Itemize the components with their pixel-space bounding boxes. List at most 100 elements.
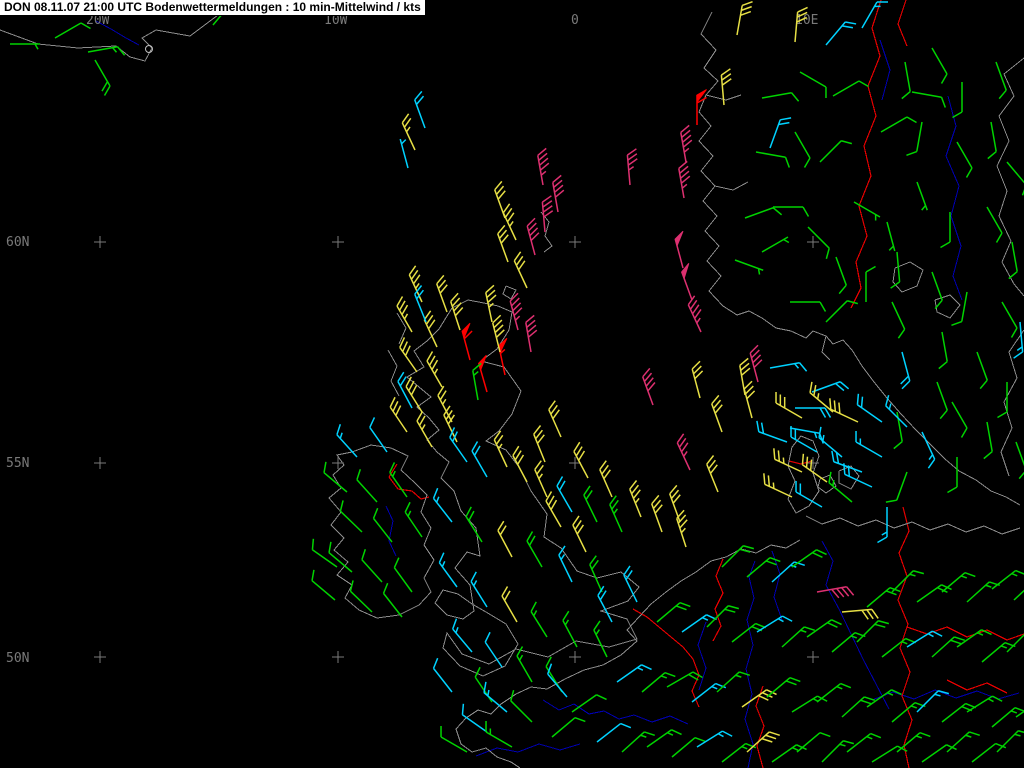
wind-barb — [526, 217, 540, 256]
grid-label: 0 — [571, 13, 579, 28]
wind-barb — [791, 549, 827, 568]
wind-barb — [921, 431, 936, 469]
coastline — [714, 181, 749, 191]
wind-barb — [87, 46, 126, 56]
wind-barb — [795, 407, 832, 418]
wind-barb — [956, 141, 973, 178]
wind-barb — [790, 301, 827, 312]
wind-barb — [416, 411, 433, 448]
wind-barb — [512, 445, 528, 483]
river-line — [542, 699, 689, 725]
wind-barb — [646, 729, 682, 748]
grid-cross — [332, 651, 344, 663]
wind-barb — [516, 646, 533, 683]
wind-barb — [906, 121, 923, 157]
wind-barb — [651, 494, 663, 533]
wind-barb — [966, 695, 1003, 713]
wind-barb — [951, 291, 968, 327]
wind-barb — [405, 376, 423, 413]
wind-barb — [537, 147, 550, 186]
wind-barb — [946, 731, 980, 753]
wind-barb — [841, 608, 879, 620]
wind-barb — [548, 400, 562, 438]
coastline — [934, 294, 961, 319]
wind-barb — [414, 285, 427, 323]
wind-barb — [736, 0, 753, 36]
wind-barb — [856, 620, 890, 643]
wind-barb — [471, 441, 488, 478]
wind-barb — [597, 585, 613, 623]
grid-cross — [807, 236, 819, 248]
wind-barb — [940, 212, 951, 249]
wind-barb — [336, 424, 358, 458]
wind-barb — [562, 610, 578, 648]
wind-barb — [502, 203, 517, 241]
wind-barb — [971, 742, 1007, 763]
wind-barb — [497, 224, 509, 263]
wind-barb — [349, 580, 373, 613]
wind-barb — [393, 557, 413, 593]
wind-barb — [596, 722, 632, 743]
wind-barb — [404, 501, 423, 538]
weather-map-screen: 20W 10W 0 10E 60N 55N 50N DON 08.11.07 21:00 U… — [0, 0, 1024, 768]
wind-barb — [811, 381, 850, 393]
wind-barb — [866, 689, 902, 708]
border-line — [897, 506, 913, 768]
wind-barb — [1006, 633, 1024, 653]
wind-barb — [794, 131, 811, 168]
wind-barb — [991, 707, 1024, 728]
wind-barb — [761, 92, 800, 102]
wind-barb — [821, 740, 855, 763]
coastline — [787, 435, 820, 514]
wind-barb — [831, 450, 863, 473]
coastline — [387, 349, 400, 397]
grid-label: 60N — [6, 235, 29, 250]
grid-cross — [807, 457, 819, 469]
wind-barb — [339, 500, 363, 533]
border-line — [897, 0, 908, 47]
wind-barb — [807, 226, 830, 260]
wind-barb — [901, 61, 911, 100]
border-line — [632, 608, 700, 708]
wind-barb — [593, 620, 608, 658]
wind-barb — [551, 717, 586, 738]
river-line — [475, 743, 581, 757]
border-line — [850, 0, 882, 309]
wind-barb — [763, 473, 793, 498]
wind-barb — [856, 393, 883, 423]
coastline — [698, 11, 1021, 506]
wind-barb — [311, 538, 338, 568]
wind-barb — [996, 730, 1024, 753]
wind-barb — [356, 469, 378, 503]
grid-label: 50N — [6, 651, 29, 666]
wind-barb — [706, 455, 719, 493]
border-line — [388, 463, 430, 500]
wind-barb — [533, 425, 546, 463]
wind-barb — [571, 694, 607, 713]
title-text: DON 08.11.07 21:00 UTC Bodenwettermeldun… — [4, 0, 421, 14]
wind-barb — [666, 671, 703, 688]
wind-barb — [545, 491, 562, 528]
wind-barb — [629, 480, 642, 518]
grid-cross — [332, 236, 344, 248]
wind-barb — [734, 259, 764, 275]
border-line — [906, 626, 1024, 641]
wind-barb — [680, 124, 693, 163]
coastline — [540, 211, 553, 253]
wind-barb — [1015, 441, 1024, 480]
wind-barb — [691, 360, 704, 399]
wind-barb — [558, 545, 573, 583]
wind-barb — [483, 681, 508, 713]
wind-barb — [573, 441, 589, 479]
wind-barb — [401, 113, 416, 151]
wind-barb — [819, 140, 853, 163]
wind-barb — [552, 174, 565, 213]
wind-barb — [687, 295, 702, 333]
wind-barb — [911, 91, 947, 108]
river-line — [697, 621, 707, 691]
river-line — [879, 39, 891, 101]
wind-barb — [389, 396, 408, 433]
wind-barb — [991, 569, 1024, 590]
wind-barb — [328, 541, 353, 573]
wind-barb — [886, 221, 896, 252]
